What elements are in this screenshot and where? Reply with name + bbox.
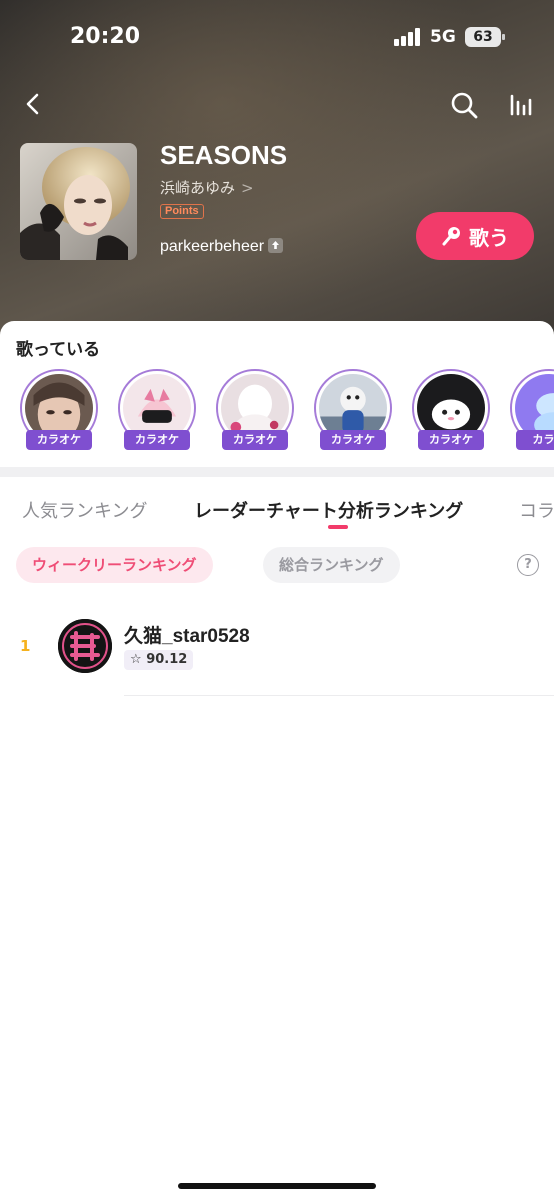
karaoke-tag: カラオケ (222, 430, 288, 450)
score-value: 90.12 (146, 652, 188, 667)
network-label: 5G (430, 27, 456, 47)
singing-section-title: 歌っている (16, 340, 101, 360)
ranking-tabs: 人気ランキング レーダーチャート分析ランキング コラ (0, 493, 554, 533)
album-cover[interactable] (20, 143, 137, 260)
tab-popular-ranking[interactable]: 人気ランキング (22, 497, 147, 523)
section-divider (0, 467, 554, 477)
singer-avatar[interactable]: カラオケ (412, 369, 490, 451)
ranker-name: 久猫_star0528 (124, 626, 250, 647)
tab-collab[interactable]: コラ (519, 497, 554, 523)
top-nav (0, 84, 554, 124)
singer-avatar[interactable]: カラオケ (216, 369, 294, 451)
search-icon (451, 92, 478, 119)
total-ranking-chip[interactable]: 総合ランキング (263, 547, 400, 583)
karaoke-tag: カラオケ (320, 430, 386, 450)
singer-avatar[interactable]: カラオケ (118, 369, 196, 451)
artist-link[interactable]: 浜崎あゆみ > (160, 177, 254, 198)
status-bar: 20:20 5G 63 (0, 0, 554, 70)
rank-number: 1 (20, 637, 31, 655)
score-badge: ☆ 90.12 (124, 650, 194, 670)
signal-icon (394, 28, 422, 46)
artist-name: 浜崎あゆみ (160, 179, 236, 197)
karaoke-tag: カラオケ (26, 430, 92, 450)
karaoke-tag: カラオケ (418, 430, 484, 450)
sing-button[interactable]: 歌う (416, 212, 534, 260)
equalizer-button[interactable] (508, 92, 536, 118)
points-badge: Points (160, 204, 204, 219)
singer-avatar[interactable]: カラオケ (20, 369, 98, 451)
home-indicator (178, 1183, 376, 1189)
singer-avatar[interactable]: カラオケ (314, 369, 392, 451)
weekly-ranking-chip[interactable]: ウィークリーランキング (16, 547, 213, 583)
microphone-icon (442, 227, 460, 246)
sing-label: 歌う (469, 225, 509, 250)
content-sheet: 歌っている カラオケ カラオケ カラオケ カラオケ カラオケ カラオ 人気ランキ… (0, 321, 554, 1200)
back-chevron-icon (26, 93, 39, 115)
singer-avatar[interactable]: カラオ (510, 369, 554, 451)
uploader-name: parkeerbeheer (160, 238, 265, 255)
active-tab-indicator (328, 525, 348, 529)
song-title: SEASONS (160, 140, 288, 170)
battery-icon: 63 (465, 27, 505, 47)
search-button[interactable] (449, 90, 479, 120)
status-time: 20:20 (70, 24, 141, 49)
uploader-link[interactable]: parkeerbeheer (160, 238, 284, 256)
ranking-row[interactable]: 1 久猫_star0528 ☆ 90.12 (0, 611, 554, 697)
back-button[interactable] (20, 90, 48, 118)
ranker-avatar[interactable] (58, 619, 112, 673)
equalizer-icon (510, 94, 532, 116)
star-icon: ☆ (130, 652, 142, 667)
row-divider (124, 695, 554, 696)
chevron-right-icon: > (241, 179, 254, 197)
singers-carousel[interactable]: カラオケ カラオケ カラオケ カラオケ カラオケ カラオ (0, 369, 554, 459)
help-icon[interactable]: ? (517, 554, 539, 576)
tab-radar-chart-ranking[interactable]: レーダーチャート分析ランキング (194, 497, 463, 523)
upload-arrow-icon (268, 238, 284, 253)
song-header: 20:20 5G 63 SEASONS 浜崎あゆみ > Points parke… (0, 0, 554, 350)
karaoke-tag: カラオケ (124, 430, 190, 450)
karaoke-tag: カラオ (516, 430, 554, 450)
